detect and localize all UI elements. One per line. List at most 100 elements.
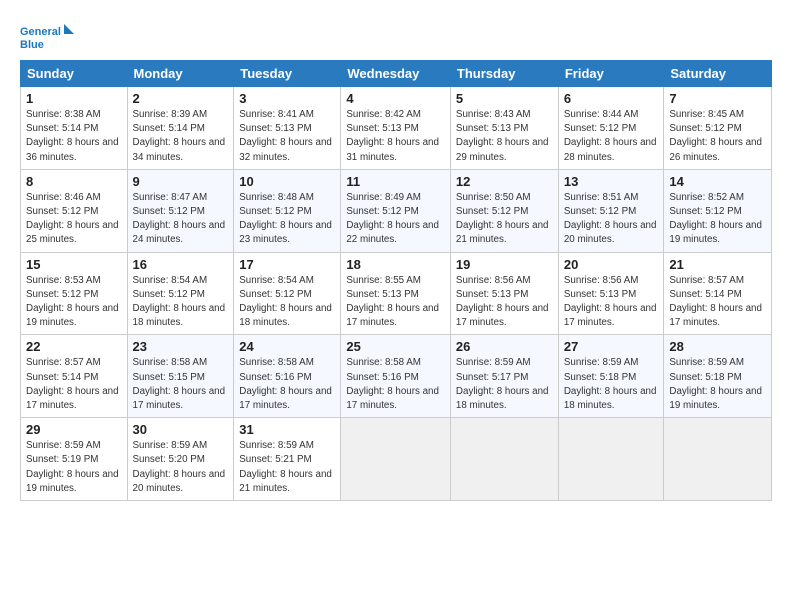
calendar-cell: 17 Sunrise: 8:54 AMSunset: 5:12 PMDayligh… (234, 252, 341, 335)
day-info: Sunrise: 8:42 AMSunset: 5:13 PMDaylight:… (346, 108, 445, 165)
calendar-cell: 18Sunrise: 8:55 AMSunset: 5:13 PMDayligh… (341, 252, 451, 335)
calendar-week-row: 1Sunrise: 8:38 AMSunset: 5:14 PMDaylight… (21, 87, 772, 170)
day-info: Sunrise: 8:51 AMSunset: 5:12 PMDaylight:… (564, 191, 659, 248)
day-number: 23 (133, 339, 229, 354)
calendar-cell: 21 Sunrise: 8:57 AMSunset: 5:14 PMDayligh… (664, 252, 772, 335)
day-number: 8 (26, 174, 122, 189)
day-number: 4 (346, 91, 445, 106)
day-info: Sunrise: 8:44 AMSunset: 5:12 PMDaylight:… (564, 108, 659, 165)
day-number: 19 (456, 257, 553, 272)
calendar-cell: 16 Sunrise: 8:54 AMSunset: 5:12 PMDayligh… (127, 252, 234, 335)
day-number: 20 (564, 257, 659, 272)
calendar-cell: 9 Sunrise: 8:47 AMSunset: 5:12 PMDaylight… (127, 169, 234, 252)
calendar-cell: 26 Sunrise: 8:59 AMSunset: 5:17 PMDayligh… (450, 335, 558, 418)
calendar-header-cell: Wednesday (341, 61, 451, 87)
day-info: Sunrise: 8:58 AMSunset: 5:16 PMDaylight:… (346, 356, 445, 413)
calendar-table: SundayMondayTuesdayWednesdayThursdayFrid… (20, 60, 772, 501)
calendar-cell: 7 Sunrise: 8:45 AMSunset: 5:12 PMDaylight… (664, 87, 772, 170)
day-info: Sunrise: 8:41 AMSunset: 5:13 PMDaylight:… (239, 108, 335, 165)
day-number: 7 (669, 91, 766, 106)
svg-text:Blue: Blue (20, 39, 44, 51)
day-number: 24 (239, 339, 335, 354)
calendar-header-cell: Sunday (21, 61, 128, 87)
calendar-week-row: 15 Sunrise: 8:53 AMSunset: 5:12 PMDayligh… (21, 252, 772, 335)
day-info: Sunrise: 8:54 AMSunset: 5:12 PMDaylight:… (133, 274, 229, 331)
day-info: Sunrise: 8:59 AMSunset: 5:19 PMDaylight:… (26, 439, 122, 496)
day-info: Sunrise: 8:48 AMSunset: 5:12 PMDaylight:… (239, 191, 335, 248)
day-number: 9 (133, 174, 229, 189)
day-info: Sunrise: 8:56 AMSunset: 5:13 PMDaylight:… (564, 274, 659, 331)
day-number: 26 (456, 339, 553, 354)
calendar-cell: 28 Sunrise: 8:59 AMSunset: 5:18 PMDayligh… (664, 335, 772, 418)
day-info: Sunrise: 8:59 AMSunset: 5:18 PMDaylight:… (564, 356, 659, 413)
day-number: 30 (133, 422, 229, 437)
calendar-header-cell: Monday (127, 61, 234, 87)
day-number: 10 (239, 174, 335, 189)
calendar-header-cell: Saturday (664, 61, 772, 87)
calendar-cell (341, 418, 451, 501)
calendar-cell: 3 Sunrise: 8:41 AMSunset: 5:13 PMDaylight… (234, 87, 341, 170)
svg-text:General: General (20, 26, 61, 38)
day-number: 17 (239, 257, 335, 272)
calendar-header-cell: Thursday (450, 61, 558, 87)
calendar-cell: 1Sunrise: 8:38 AMSunset: 5:14 PMDaylight… (21, 87, 128, 170)
calendar-cell: 24 Sunrise: 8:58 AMSunset: 5:16 PMDayligh… (234, 335, 341, 418)
day-info: Sunrise: 8:55 AMSunset: 5:13 PMDaylight:… (346, 274, 445, 331)
day-number: 31 (239, 422, 335, 437)
calendar-cell: 23 Sunrise: 8:58 AMSunset: 5:15 PMDayligh… (127, 335, 234, 418)
day-info: Sunrise: 8:53 AMSunset: 5:12 PMDaylight:… (26, 274, 122, 331)
logo-svg: General Blue (20, 22, 75, 54)
calendar-week-row: 22 Sunrise: 8:57 AMSunset: 5:14 PMDayligh… (21, 335, 772, 418)
day-info: Sunrise: 8:45 AMSunset: 5:12 PMDaylight:… (669, 108, 766, 165)
day-number: 6 (564, 91, 659, 106)
day-number: 21 (669, 257, 766, 272)
day-info: Sunrise: 8:54 AMSunset: 5:12 PMDaylight:… (239, 274, 335, 331)
day-info: Sunrise: 8:59 AMSunset: 5:20 PMDaylight:… (133, 439, 229, 496)
calendar-cell: 29Sunrise: 8:59 AMSunset: 5:19 PMDayligh… (21, 418, 128, 501)
day-info: Sunrise: 8:59 AMSunset: 5:17 PMDaylight:… (456, 356, 553, 413)
day-info: Sunrise: 8:59 AMSunset: 5:18 PMDaylight:… (669, 356, 766, 413)
day-info: Sunrise: 8:56 AMSunset: 5:13 PMDaylight:… (456, 274, 553, 331)
day-info: Sunrise: 8:57 AMSunset: 5:14 PMDaylight:… (26, 356, 122, 413)
calendar-week-row: 8 Sunrise: 8:46 AMSunset: 5:12 PMDaylight… (21, 169, 772, 252)
calendar-cell: 12 Sunrise: 8:50 AMSunset: 5:12 PMDayligh… (450, 169, 558, 252)
calendar-cell: 14 Sunrise: 8:52 AMSunset: 5:12 PMDayligh… (664, 169, 772, 252)
calendar-cell: 22 Sunrise: 8:57 AMSunset: 5:14 PMDayligh… (21, 335, 128, 418)
day-number: 14 (669, 174, 766, 189)
day-info: Sunrise: 8:47 AMSunset: 5:12 PMDaylight:… (133, 191, 229, 248)
calendar-header-cell: Friday (558, 61, 664, 87)
calendar-cell: 15 Sunrise: 8:53 AMSunset: 5:12 PMDayligh… (21, 252, 128, 335)
day-number: 5 (456, 91, 553, 106)
calendar-cell: 10 Sunrise: 8:48 AMSunset: 5:12 PMDayligh… (234, 169, 341, 252)
day-number: 28 (669, 339, 766, 354)
day-number: 15 (26, 257, 122, 272)
day-number: 16 (133, 257, 229, 272)
calendar-cell: 31Sunrise: 8:59 AMSunset: 5:21 PMDayligh… (234, 418, 341, 501)
day-number: 2 (133, 91, 229, 106)
calendar-cell: 19 Sunrise: 8:56 AMSunset: 5:13 PMDayligh… (450, 252, 558, 335)
calendar-cell: 2 Sunrise: 8:39 AMSunset: 5:14 PMDaylight… (127, 87, 234, 170)
calendar-cell: 25 Sunrise: 8:58 AMSunset: 5:16 PMDayligh… (341, 335, 451, 418)
day-info: Sunrise: 8:50 AMSunset: 5:12 PMDaylight:… (456, 191, 553, 248)
calendar-header-row: SundayMondayTuesdayWednesdayThursdayFrid… (21, 61, 772, 87)
day-info: Sunrise: 8:49 AMSunset: 5:12 PMDaylight:… (346, 191, 445, 248)
day-info: Sunrise: 8:58 AMSunset: 5:16 PMDaylight:… (239, 356, 335, 413)
day-number: 25 (346, 339, 445, 354)
calendar-cell: 11 Sunrise: 8:49 AMSunset: 5:12 PMDayligh… (341, 169, 451, 252)
calendar-cell: 6 Sunrise: 8:44 AMSunset: 5:12 PMDaylight… (558, 87, 664, 170)
day-number: 12 (456, 174, 553, 189)
day-info: Sunrise: 8:58 AMSunset: 5:15 PMDaylight:… (133, 356, 229, 413)
day-info: Sunrise: 8:57 AMSunset: 5:14 PMDaylight:… (669, 274, 766, 331)
day-number: 1 (26, 91, 122, 106)
day-info: Sunrise: 8:46 AMSunset: 5:12 PMDaylight:… (26, 191, 122, 248)
day-number: 3 (239, 91, 335, 106)
day-info: Sunrise: 8:39 AMSunset: 5:14 PMDaylight:… (133, 108, 229, 165)
calendar-cell (664, 418, 772, 501)
calendar-cell: 20 Sunrise: 8:56 AMSunset: 5:13 PMDayligh… (558, 252, 664, 335)
day-number: 13 (564, 174, 659, 189)
day-info: Sunrise: 8:52 AMSunset: 5:12 PMDaylight:… (669, 191, 766, 248)
calendar-cell: 27Sunrise: 8:59 AMSunset: 5:18 PMDayligh… (558, 335, 664, 418)
day-number: 22 (26, 339, 122, 354)
calendar-header-cell: Tuesday (234, 61, 341, 87)
day-number: 11 (346, 174, 445, 189)
